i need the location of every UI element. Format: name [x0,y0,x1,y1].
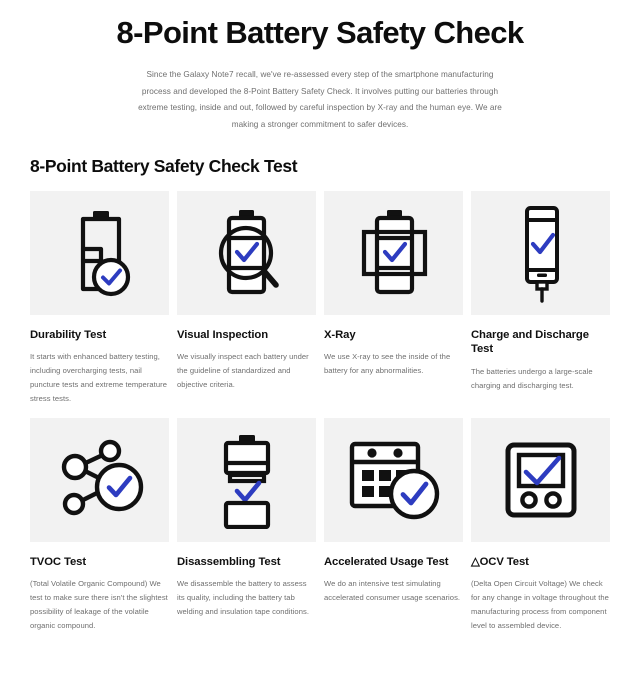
battery-magnifier-icon [218,210,279,295]
test-card[interactable]: Durability Test It starts with enhanced … [30,191,169,406]
page-root: 8-Point Battery Safety Check Since the G… [0,0,640,673]
card-thumbnail [177,191,316,315]
section-heading: 8-Point Battery Safety Check Test [30,156,298,176]
calendar-check-icon [349,441,439,519]
card-thumbnail [30,191,169,315]
card-description: We do an intensive test simulating accel… [324,579,461,602]
card-description: It starts with enhanced battery testing,… [30,352,167,403]
battery-split-icon [223,434,270,529]
card-title: Charge and Discharge Test [471,329,589,356]
card-description: (Total Volatile Organic Compound) We tes… [30,579,168,630]
card-thumbnail [471,191,610,315]
test-card[interactable]: Accelerated Usage Test We do an intensiv… [324,417,463,633]
molecule-check-icon [61,439,143,515]
card-title: △OCV Test [471,555,529,568]
card-title: Accelerated Usage Test [324,555,449,568]
card-title: Durability Test [30,329,107,341]
card-description: The batteries undergo a large-scale char… [471,366,593,390]
card-description: (Delta Open Circuit Voltage) We check fo… [471,579,609,630]
hero-section: 8-Point Battery Safety Check Since the G… [0,0,640,134]
card-thumbnail [30,417,169,542]
test-card[interactable]: Charge and Discharge Test The batteries … [471,191,610,406]
card-title: X-Ray [324,329,356,341]
card-title: Disassembling Test [177,555,281,568]
battery-check-icon [80,211,130,297]
card-description: We disassemble the battery to assess its… [177,579,309,616]
card-description: We visually inspect each battery under t… [177,352,309,390]
page-title: 8-Point Battery Safety Check [116,15,525,50]
card-title: Visual Inspection [177,329,269,341]
test-card-grid: Durability Test It starts with enhanced … [30,191,610,632]
card-thumbnail [471,417,610,542]
test-card[interactable]: TVOC Test (Total Volatile Organic Compou… [30,417,169,633]
test-card[interactable]: △OCV Test (Delta Open Circuit Voltage) W… [471,417,610,633]
hero-subtitle: Since the Galaxy Note7 recall, we've re-… [138,69,502,130]
card-title: TVOC Test [30,555,87,568]
card-thumbnail [324,191,463,315]
battery-xray-icon [361,210,427,295]
test-card[interactable]: X-Ray We use X-ray to see the inside of … [324,191,463,406]
voltmeter-check-icon [505,442,576,518]
test-card[interactable]: Disassembling Test We disassemble the ba… [177,417,316,633]
card-thumbnail [177,417,316,542]
card-thumbnail [324,417,463,542]
test-card[interactable]: Visual Inspection We visually inspect ea… [177,191,316,406]
card-description: We use X-ray to see the inside of the ba… [324,352,451,376]
phone-charging-icon [524,206,559,303]
